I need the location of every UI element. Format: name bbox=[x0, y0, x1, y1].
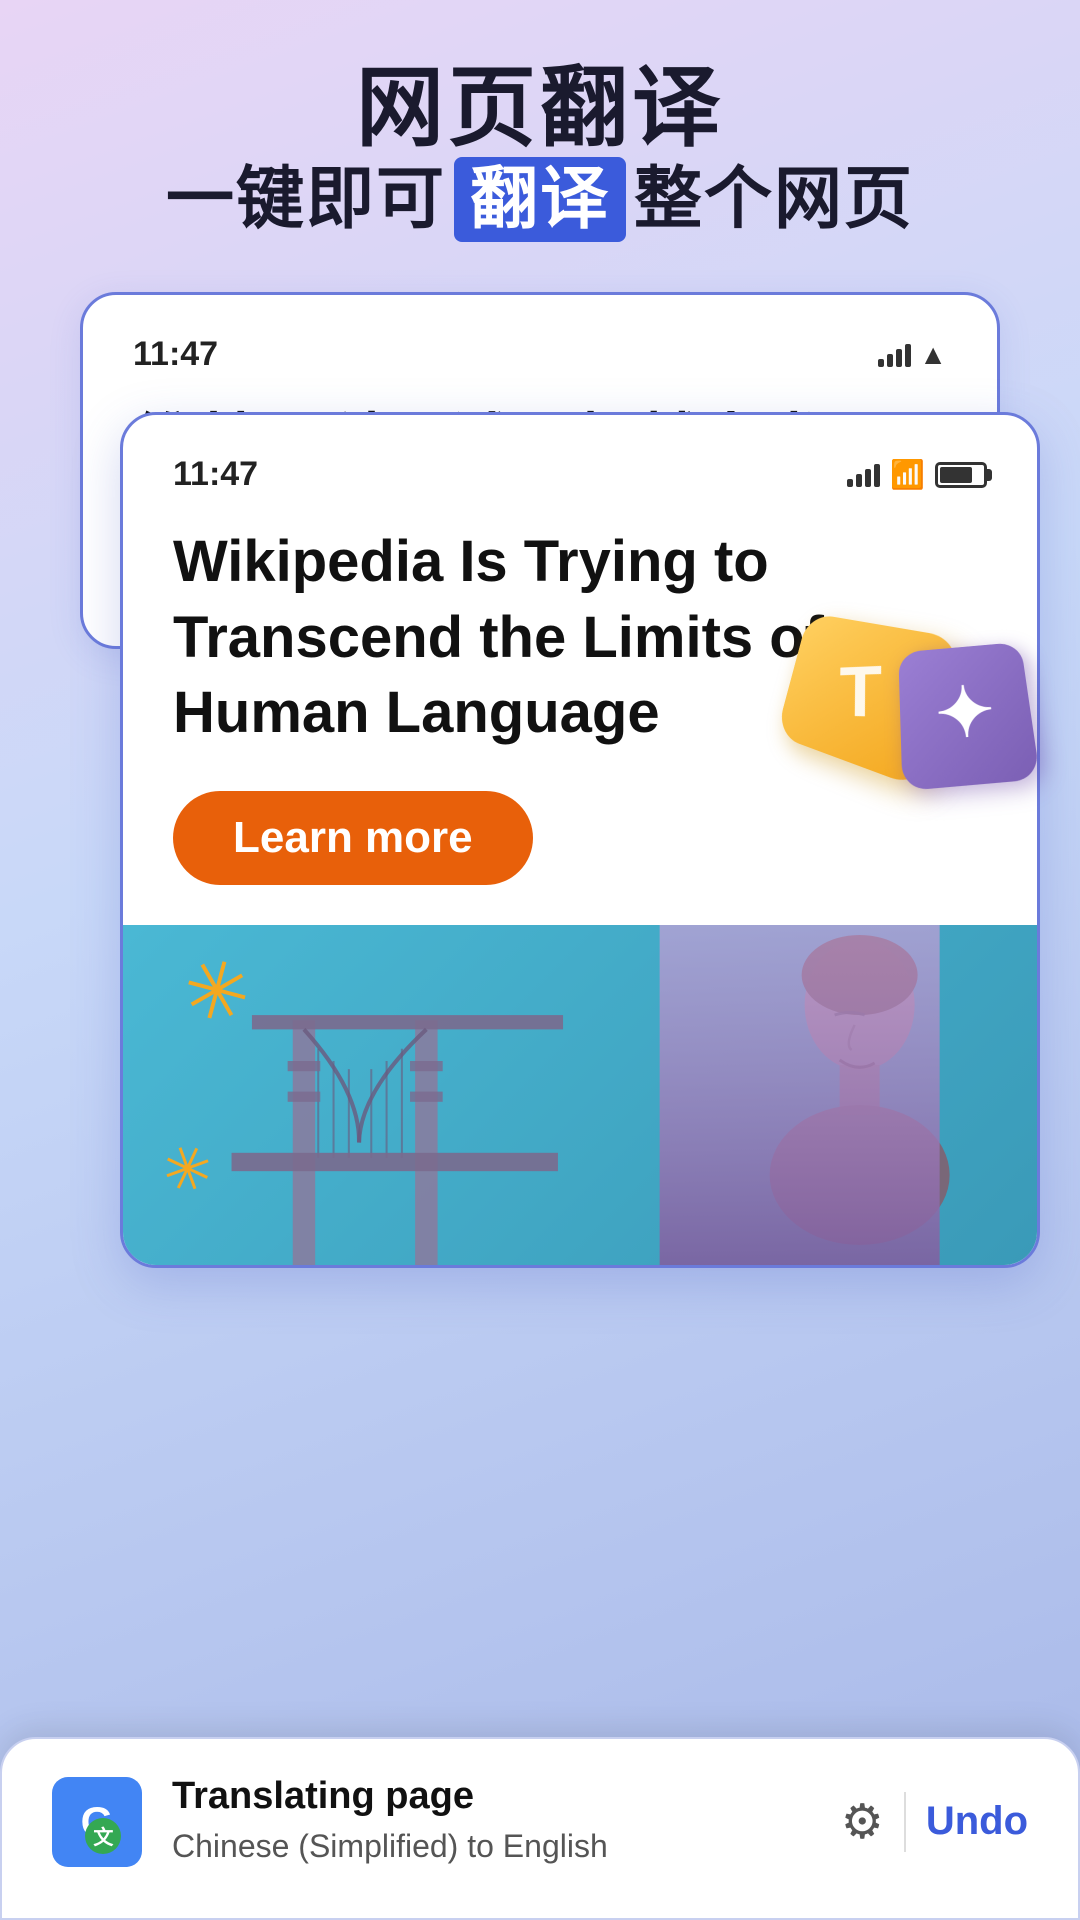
person-portrait-area bbox=[562, 925, 1037, 1265]
translating-title: Translating page bbox=[172, 1775, 811, 1818]
undo-button[interactable]: Undo bbox=[926, 1799, 1028, 1844]
card-front-english: 11:47 📶 Wikipedia Is Trying to Transcend… bbox=[120, 412, 1040, 1267]
main-title: 网页翻译 bbox=[166, 60, 914, 157]
learn-more-button[interactable]: Learn more bbox=[173, 791, 533, 885]
google-translate-icon: G 文 bbox=[52, 1777, 142, 1867]
phone-mockup: T ✦ 11:47 ▲ bbox=[80, 292, 1000, 868]
battery-fill bbox=[940, 467, 972, 483]
translating-subtitle: Chinese (Simplified) to English bbox=[172, 1826, 811, 1868]
battery-icon bbox=[935, 462, 987, 488]
translate-symbol-small: 文 bbox=[85, 1818, 121, 1854]
icon-purple-background: ✦ bbox=[898, 642, 1040, 791]
sub-title-highlight: 翻译 bbox=[454, 157, 626, 243]
signal-icon-back bbox=[878, 343, 911, 367]
status-icons-back: ▲ bbox=[878, 339, 947, 371]
status-icons-front: 📶 bbox=[847, 458, 987, 491]
status-bar-front: 11:47 📶 bbox=[173, 455, 987, 494]
sub-title-prefix: 一键即可 bbox=[166, 159, 446, 241]
time-front: 11:47 bbox=[173, 455, 258, 494]
sub-title-suffix: 整个网页 bbox=[634, 159, 914, 241]
translate-3d-decoration: T ✦ bbox=[780, 622, 980, 802]
settings-button[interactable]: ⚙ bbox=[841, 1794, 884, 1850]
translation-bar: G 文 Translating page Chinese (Simplified… bbox=[0, 1737, 1080, 1920]
translate-symbol: ✦ bbox=[933, 671, 999, 757]
network-icon-back: ▲ bbox=[919, 339, 947, 371]
time-back: 11:47 bbox=[133, 335, 218, 374]
status-bar-back: 11:47 ▲ bbox=[133, 335, 947, 374]
wifi-icon: 📶 bbox=[890, 458, 925, 491]
divider bbox=[904, 1792, 906, 1852]
translation-text-area: Translating page Chinese (Simplified) to… bbox=[172, 1775, 811, 1868]
article-image: ✳ ✳ bbox=[123, 925, 1037, 1265]
translation-actions: ⚙ Undo bbox=[841, 1792, 1028, 1852]
person-svg bbox=[562, 925, 1037, 1265]
page-container: 网页翻译 一键即可 翻译 整个网页 T ✦ 11:47 bbox=[0, 0, 1080, 1920]
sub-title: 一键即可 翻译 整个网页 bbox=[166, 157, 914, 243]
header-title: 网页翻译 一键即可 翻译 整个网页 bbox=[166, 60, 914, 242]
signal-icon-front bbox=[847, 463, 880, 487]
